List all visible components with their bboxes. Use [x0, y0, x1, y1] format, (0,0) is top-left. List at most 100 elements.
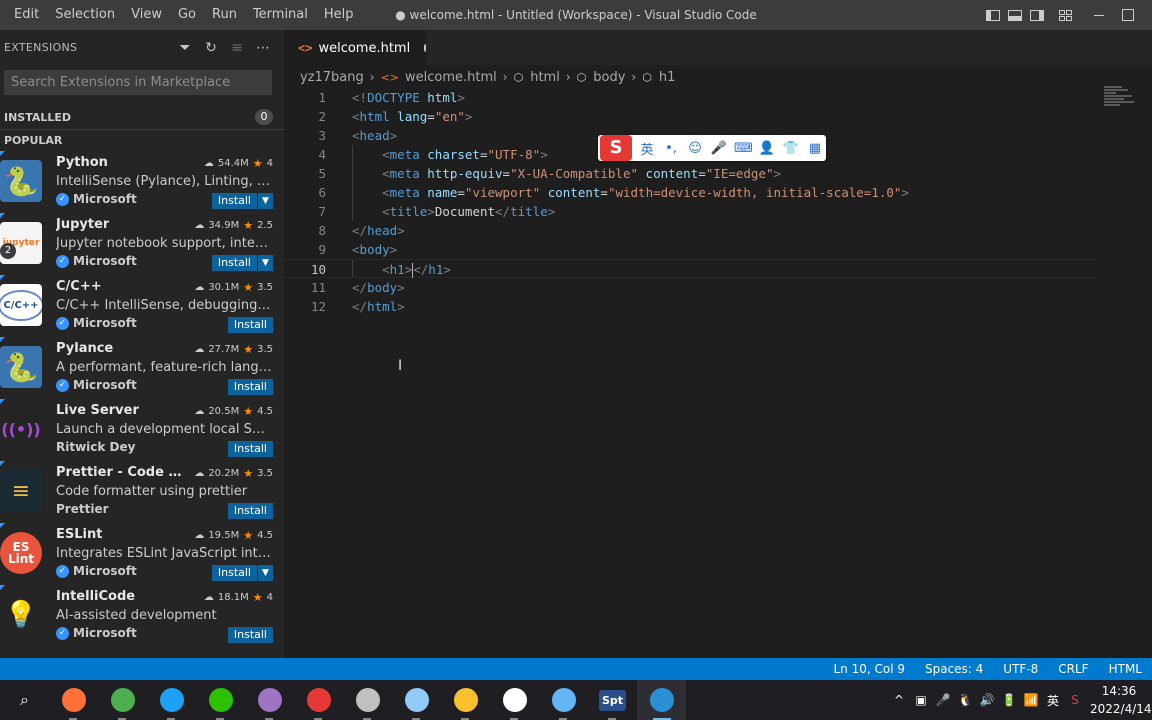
visual-studio-icon[interactable]	[245, 680, 294, 720]
firefox-icon[interactable]	[49, 680, 98, 720]
battery-icon[interactable]: 🔋	[1000, 693, 1018, 707]
skin-icon[interactable]: 👕	[782, 141, 800, 156]
extension-item[interactable]: jupyter 2 Jupyter ☁ 34.9M ★ 2.5 Jupyter …	[0, 213, 284, 275]
customize-layout-icon[interactable]	[1054, 0, 1076, 30]
punctuation-icon[interactable]: •,	[662, 141, 680, 156]
extension-item[interactable]: 🐍 Python ☁ 54.4M ★ 4 IntelliSense (Pylan…	[0, 151, 284, 213]
clock[interactable]: 14:36 2022/4/14	[1090, 682, 1152, 718]
breadcrumb-file[interactable]: welcome.html	[405, 70, 497, 85]
menu-view[interactable]: View	[123, 0, 170, 30]
code-line[interactable]: 8 </head>	[284, 221, 1096, 240]
toggle-primary-sidebar-icon[interactable]	[982, 0, 1004, 30]
breadcrumb-html[interactable]: html	[530, 70, 560, 85]
more-actions-icon[interactable]: ⋯	[254, 39, 272, 57]
snipping-icon[interactable]	[539, 680, 588, 720]
extension-item[interactable]: 🐍 Pylance ☁ 27.7M ★ 3.5 A performant, fe…	[0, 337, 284, 399]
menu-help[interactable]: Help	[316, 0, 362, 30]
filter-icon[interactable]: ⏷	[176, 39, 194, 57]
emoji-icon[interactable]: ☺	[686, 141, 704, 156]
extension-item[interactable]: ≡ Prettier - Code for... ☁ 20.2M ★ 3.5 C…	[0, 461, 284, 523]
code-line[interactable]: 9 <body>	[284, 240, 1096, 259]
code-editor[interactable]: 1 <!DOCTYPE html> 2 <html lang="en"> 3 <head>…	[284, 88, 1152, 658]
extension-stats: ☁ 18.1M ★ 4	[204, 591, 273, 604]
extension-item[interactable]: ES Lint ESLint ☁ 19.5M ★ 4.5 Integrates E…	[0, 523, 284, 585]
sogou-logo-icon[interactable]: S	[600, 135, 632, 161]
ime-mode-icon[interactable]: 英	[1044, 692, 1062, 709]
install-button[interactable]: Install	[211, 255, 257, 271]
chrome-icon[interactable]	[98, 680, 147, 720]
toggle-secondary-sidebar-icon[interactable]	[1026, 0, 1048, 30]
toolbox-icon[interactable]: ▦	[806, 141, 824, 156]
microphone-icon[interactable]: 🎤	[934, 693, 952, 707]
breadcrumb-body[interactable]: body	[593, 70, 625, 85]
bilibili-icon[interactable]	[490, 680, 539, 720]
code-line[interactable]: 12 </html>	[284, 297, 1096, 316]
menu-selection[interactable]: Selection	[47, 0, 123, 30]
app-tray-icon[interactable]: ▣	[912, 693, 930, 707]
chevron-down-icon[interactable]: ▼	[257, 565, 273, 581]
ime-toolbar[interactable]: S 英 •, ☺ 🎤 ⌨ 👤 👕 ▦	[598, 135, 826, 161]
code-line[interactable]: 2 <html lang="en">	[284, 107, 1096, 126]
installed-section-header[interactable]: INSTALLED 0	[0, 106, 284, 128]
qq-icon[interactable]: 🐧	[956, 693, 974, 707]
wechat-icon[interactable]	[196, 680, 245, 720]
breadcrumb-h1[interactable]: h1	[659, 70, 676, 85]
minimap[interactable]	[1104, 86, 1134, 110]
install-button[interactable]: Install	[211, 193, 257, 209]
keyboard-icon[interactable]: ⌨	[734, 141, 753, 156]
extension-item[interactable]: C/C++ C/C++ ☁ 30.1M ★ 3.5 C/C++ IntelliS…	[0, 275, 284, 337]
voice-input-icon[interactable]: 🎤	[710, 141, 728, 156]
code-line[interactable]: 7 <title>Document</title>	[284, 202, 1096, 221]
install-button[interactable]: Install	[227, 503, 273, 519]
sogou-tray-icon[interactable]: S	[1066, 693, 1084, 707]
install-button[interactable]: Install	[227, 441, 273, 457]
language-mode[interactable]: HTML	[1099, 658, 1152, 680]
cursor-position[interactable]: Ln 10, Col 9	[823, 658, 915, 680]
install-button[interactable]: Install	[211, 565, 257, 581]
extension-item[interactable]: ((•)) Live Server ☁ 20.5M ★ 4.5 Launch a…	[0, 399, 284, 461]
menu-edit[interactable]: Edit	[6, 0, 47, 30]
search-icon[interactable]: ⌕	[0, 680, 49, 720]
maximize-button[interactable]	[1122, 0, 1152, 30]
extension-logo-icon: C/C++	[0, 284, 42, 326]
ime-language-button[interactable]: 英	[638, 139, 656, 158]
user-icon[interactable]: 👤	[758, 141, 776, 156]
file-explorer-icon[interactable]	[441, 680, 490, 720]
wifi-icon[interactable]: 📶	[1022, 693, 1040, 707]
popular-section-header[interactable]: POPULAR	[0, 129, 284, 151]
breadcrumb-folder[interactable]: yz17bang	[300, 70, 364, 85]
volume-icon[interactable]: 🔊	[978, 693, 996, 707]
code-line[interactable]: 11 </body>	[284, 278, 1096, 297]
spt-icon[interactable]: Spt	[588, 680, 637, 720]
toggle-panel-icon[interactable]	[1004, 0, 1026, 30]
edge-icon[interactable]	[147, 680, 196, 720]
vscode-icon[interactable]	[637, 680, 686, 720]
install-button[interactable]: Install	[227, 317, 273, 333]
code-line[interactable]: 6 <meta name="viewport" content="width=d…	[284, 183, 1096, 202]
notes-icon[interactable]	[392, 680, 441, 720]
chevron-down-icon[interactable]: ▼	[257, 255, 273, 271]
code-line[interactable]: 5 <meta http-equiv="X-UA-Compatible" con…	[284, 164, 1096, 183]
chevron-down-icon[interactable]: ▼	[257, 193, 273, 209]
end-of-line[interactable]: CRLF	[1048, 658, 1098, 680]
menu-go[interactable]: Go	[170, 0, 204, 30]
clear-icon[interactable]: ≡	[228, 39, 246, 57]
menu-run[interactable]: Run	[204, 0, 245, 30]
wps-icon[interactable]	[294, 680, 343, 720]
minimize-button[interactable]	[1076, 0, 1122, 30]
extension-item[interactable]: 💡 IntelliCode ☁ 18.1M ★ 4 AI-assisted de…	[0, 585, 284, 647]
install-button[interactable]: Install	[227, 627, 273, 643]
line-number: 2	[318, 109, 326, 124]
code-line[interactable]: 1 <!DOCTYPE html>	[284, 88, 1096, 107]
show-hidden-icons-icon[interactable]: ^	[890, 693, 908, 707]
refresh-icon[interactable]: ↻	[202, 39, 220, 57]
encoding[interactable]: UTF-8	[993, 658, 1048, 680]
install-button[interactable]: Install	[227, 379, 273, 395]
paint-icon[interactable]	[343, 680, 392, 720]
tab-welcome-html[interactable]: <> welcome.html	[284, 30, 426, 65]
extension-search-input[interactable]	[4, 70, 272, 95]
code-line[interactable]: 10 <h1></h1>	[284, 259, 1096, 278]
menu-terminal[interactable]: Terminal	[245, 0, 316, 30]
unsaved-dot-icon[interactable]	[424, 44, 426, 52]
indentation[interactable]: Spaces: 4	[915, 658, 993, 680]
